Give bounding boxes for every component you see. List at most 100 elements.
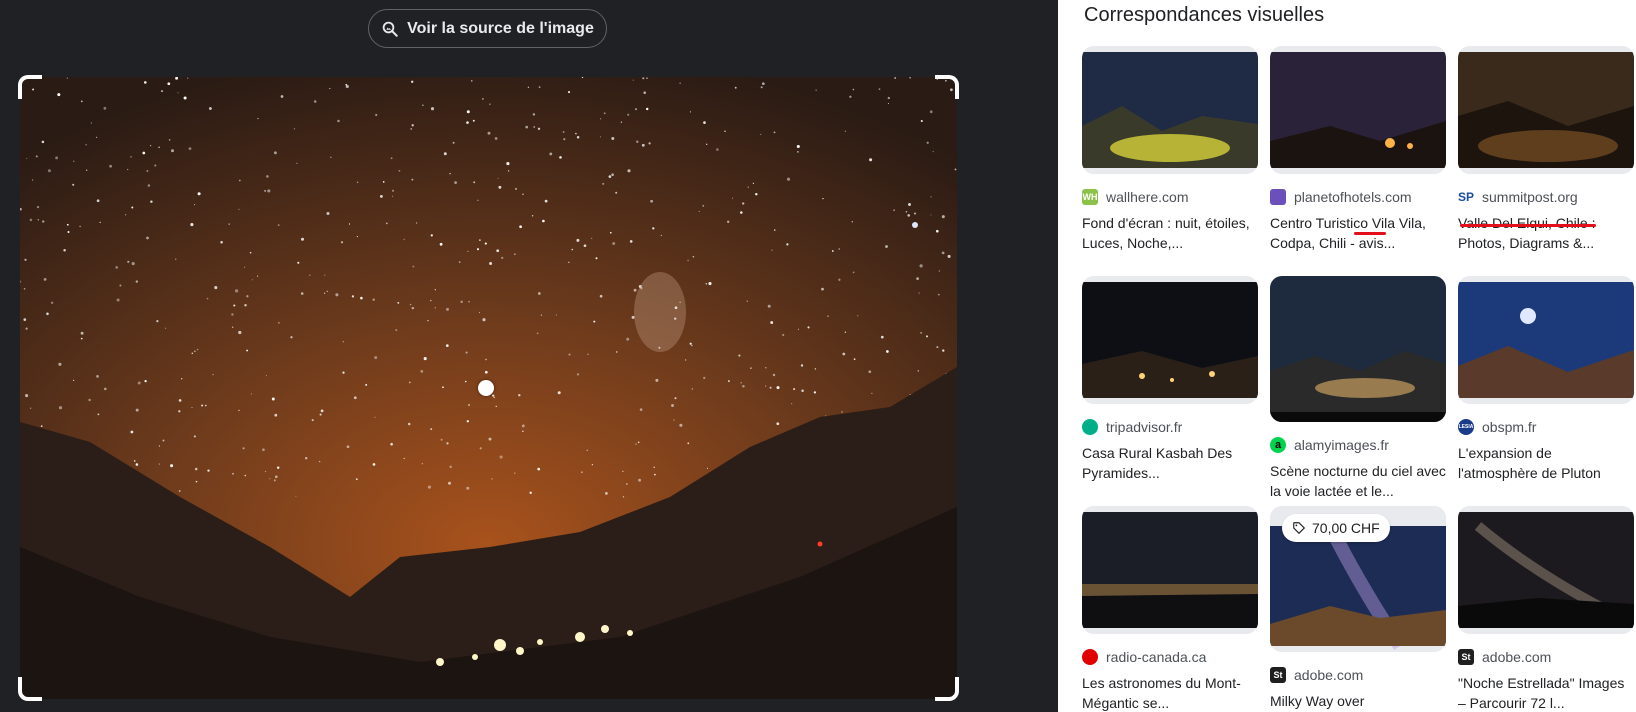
star <box>142 151 146 155</box>
star <box>838 248 840 250</box>
star <box>249 251 252 254</box>
crop-corner-bottom-right[interactable] <box>935 677 959 701</box>
star <box>274 475 278 479</box>
star <box>374 416 376 418</box>
star <box>29 407 32 409</box>
star <box>408 381 411 384</box>
crop-corner-top-left[interactable] <box>18 75 42 99</box>
star <box>941 215 945 219</box>
match-card[interactable]: 70,00 CHF St adobe.com Milky Way over <box>1270 506 1446 712</box>
star <box>305 457 308 460</box>
star <box>916 277 919 280</box>
star <box>724 130 726 133</box>
star <box>454 181 457 184</box>
star <box>603 112 606 115</box>
star <box>755 192 758 196</box>
star <box>390 157 393 160</box>
star <box>654 473 656 476</box>
crop-corner-bottom-left[interactable] <box>18 677 42 701</box>
match-source: obspm.fr <box>1482 419 1537 435</box>
match-card[interactable]: radio-canada.ca Les astronomes du Mont-M… <box>1082 506 1258 712</box>
star <box>908 203 911 206</box>
star <box>844 331 847 333</box>
match-title[interactable]: Les astronomes du Mont-Mégantic se... <box>1082 673 1258 712</box>
match-card[interactable]: WH wallhere.com Fond d'écran : nuit, éto… <box>1082 46 1258 253</box>
star <box>356 181 359 184</box>
match-card[interactable]: LESIA obspm.fr L'expansion de l'atmosphè… <box>1458 276 1634 483</box>
star <box>615 191 618 194</box>
match-title[interactable]: Fond d'écran : nuit, étoiles, Luces, Noc… <box>1082 213 1258 253</box>
visual-matches-grid: WH wallhere.com Fond d'écran : nuit, éto… <box>1082 46 1634 712</box>
star <box>635 443 637 445</box>
star <box>653 466 655 468</box>
star <box>885 245 888 248</box>
star <box>208 107 212 110</box>
match-thumbnail <box>1458 46 1634 174</box>
star <box>514 253 516 255</box>
star <box>154 164 157 167</box>
star <box>257 275 259 277</box>
star <box>827 315 829 318</box>
star <box>58 406 63 410</box>
alamy-favicon-icon: a <box>1270 437 1286 453</box>
star <box>266 175 269 178</box>
match-card[interactable]: tripadvisor.fr Casa Rural Kasbah Des Pyr… <box>1082 276 1258 483</box>
match-card[interactable]: SP summitpost.org Valle Del Elqui, Chile… <box>1458 46 1634 253</box>
star <box>905 210 908 213</box>
star <box>793 388 796 391</box>
match-title[interactable]: Valle Del Elqui, Chile : Photos, Diagram… <box>1458 213 1634 253</box>
selected-image-frame[interactable] <box>18 75 959 701</box>
view-image-source-button[interactable]: Voir la source de l'image <box>368 9 607 48</box>
star <box>544 199 548 203</box>
star <box>466 420 469 423</box>
star <box>177 92 179 94</box>
star <box>340 241 344 244</box>
match-source: planetofhotels.com <box>1294 189 1412 205</box>
star <box>706 143 708 145</box>
match-card[interactable]: planetofhotels.com Centro Turistico Vila… <box>1270 46 1446 253</box>
star <box>494 137 498 140</box>
star <box>893 209 896 212</box>
star <box>813 391 817 394</box>
star <box>568 261 570 263</box>
star <box>191 406 193 409</box>
star <box>130 430 134 434</box>
match-title[interactable]: Scène nocturne du ciel avec la voie lact… <box>1270 461 1446 501</box>
star <box>403 457 405 460</box>
star <box>43 278 47 281</box>
star <box>326 211 330 216</box>
star <box>538 86 541 88</box>
star <box>228 223 230 225</box>
star <box>540 314 543 316</box>
crop-corner-top-right[interactable] <box>935 75 959 99</box>
star <box>507 170 510 172</box>
star <box>797 328 800 330</box>
match-title[interactable]: L'expansion de l'atmosphère de Pluton <box>1458 443 1634 483</box>
star <box>706 467 709 469</box>
star <box>465 351 468 354</box>
match-card[interactable]: St adobe.com "Noche Estrellada" Images –… <box>1458 506 1634 712</box>
star <box>133 460 136 462</box>
star <box>497 177 499 179</box>
match-title[interactable]: "Noche Estrellada" Images – Parcourir 72… <box>1458 673 1634 712</box>
star <box>687 259 689 262</box>
match-card[interactable]: a alamyimages.fr Scène nocturne du ciel … <box>1270 276 1446 501</box>
star <box>648 142 651 145</box>
object-focus-dot[interactable] <box>478 380 494 396</box>
star <box>309 274 311 277</box>
match-thumbnail: 70,00 CHF <box>1270 506 1446 652</box>
match-title[interactable]: Casa Rural Kasbah Des Pyramides... <box>1082 443 1258 483</box>
star <box>772 373 776 377</box>
star <box>36 205 40 209</box>
star <box>925 335 929 338</box>
summitpost-favicon-icon: SP <box>1458 189 1475 205</box>
match-title[interactable]: Milky Way over <box>1270 691 1446 712</box>
star <box>277 466 280 469</box>
image-viewer-pane: Voir la source de l'image <box>0 0 1058 712</box>
star <box>489 262 493 265</box>
star <box>537 127 541 130</box>
star <box>280 95 284 98</box>
match-thumbnail <box>1082 276 1258 404</box>
star <box>194 350 196 353</box>
star <box>482 98 484 100</box>
